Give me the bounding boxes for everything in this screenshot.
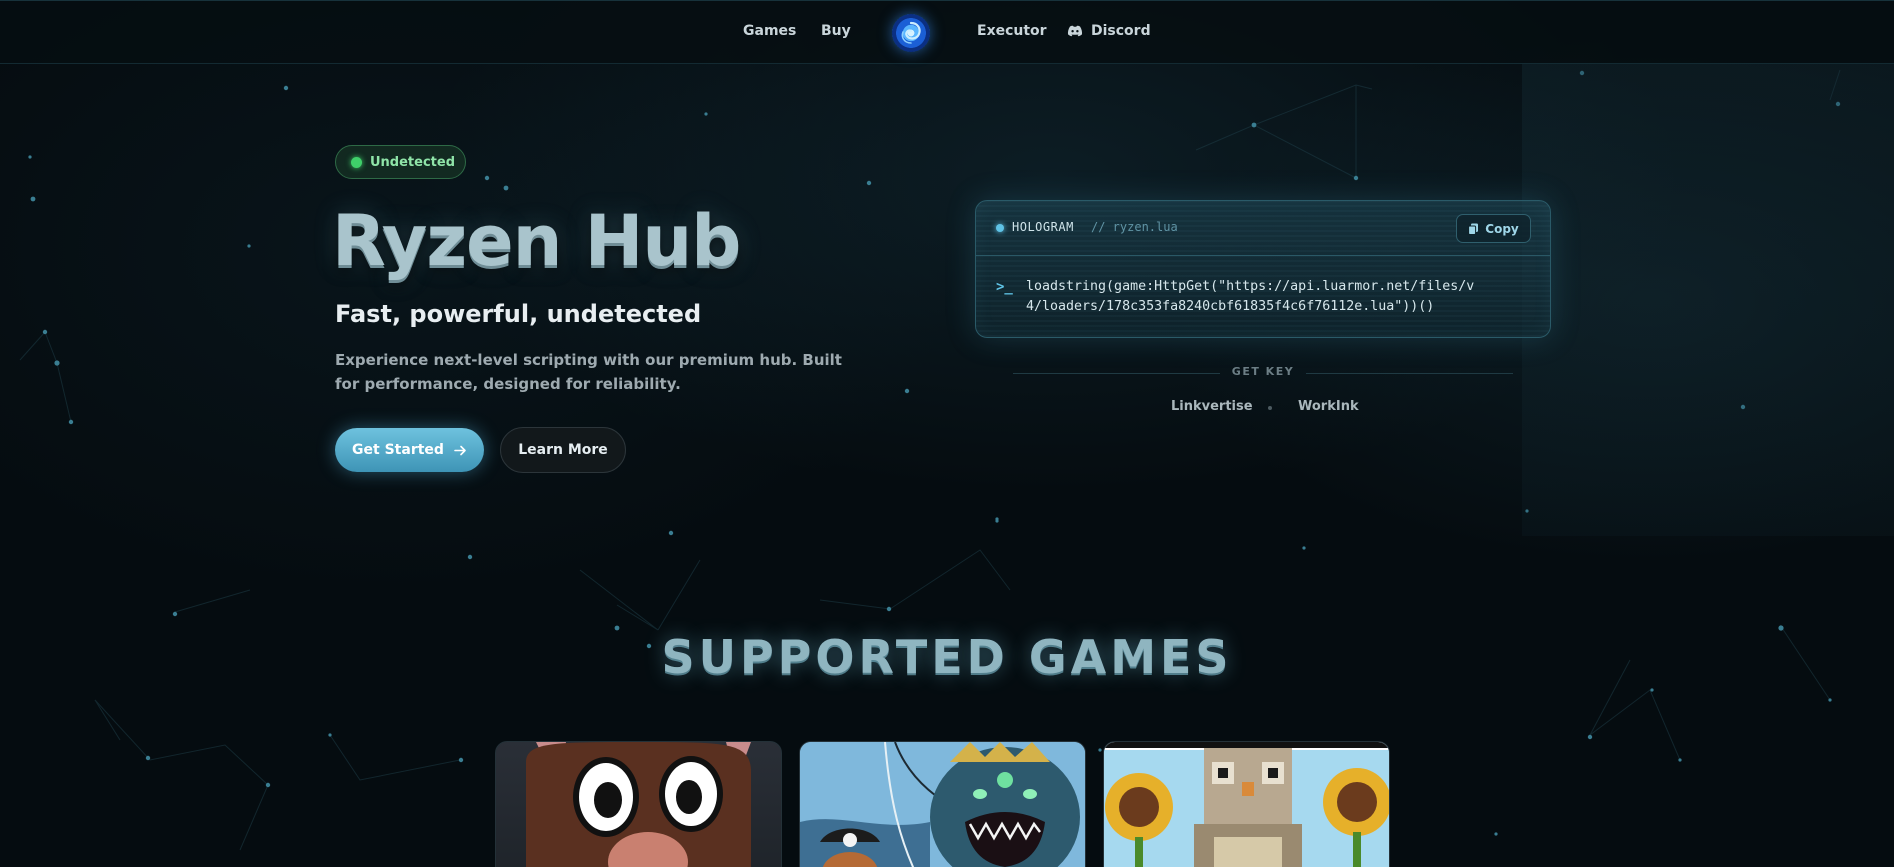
learn-more-button[interactable]: Learn More <box>500 427 626 473</box>
top-navbar: Games Buy Executor Discord <box>0 0 1894 64</box>
hero-subtitle: Fast, powerful, undetected <box>335 300 702 328</box>
divider-line-left <box>1013 373 1220 374</box>
ryzen-logo-icon[interactable] <box>892 14 930 52</box>
get-key-label: GET KEY <box>1231 365 1295 378</box>
linkvertise-link[interactable]: Linkvertise <box>1171 399 1253 414</box>
status-badge: Undetected <box>335 145 466 179</box>
arrow-right-icon <box>454 445 466 455</box>
nav-link-games[interactable]: Games <box>743 23 796 39</box>
page: Games Buy Executor Discord Undetected Ry… <box>0 0 1894 867</box>
status-badge-label: Undetected <box>370 154 456 170</box>
divider-line-right <box>1306 373 1513 374</box>
nav-link-executor[interactable]: Executor <box>977 23 1047 39</box>
workink-link[interactable]: WorkInk <box>1298 399 1359 414</box>
get-key-divider: GET KEY <box>1013 364 1513 382</box>
hologram-code-card: HOLOGRAM // ryzen.lua Copy >_ loadstring… <box>975 200 1551 338</box>
game-card-1[interactable] <box>495 741 782 867</box>
code-line-2[interactable]: 4/loaders/178c353fa8240cbf61835f4c6f7611… <box>1026 299 1434 314</box>
hero-right-glow-panel <box>1522 64 1894 536</box>
cartoon-moose-face-thumbnail <box>526 742 751 867</box>
nav-link-discord[interactable]: Discord <box>1067 23 1151 39</box>
discord-label: Discord <box>1091 23 1151 39</box>
game-card-2[interactable] <box>799 741 1086 867</box>
copy-button[interactable]: Copy <box>1456 214 1531 243</box>
discord-icon <box>1067 25 1083 37</box>
swirl-icon <box>901 21 921 44</box>
hero-title: Ryzen Hub <box>332 200 741 282</box>
copy-icon <box>1468 223 1479 235</box>
code-line-1[interactable]: loadstring(game:HttpGet("https://api.lua… <box>1026 279 1474 294</box>
sunflower-owl-blocks-thumbnail <box>1104 742 1389 867</box>
code-filename: // ryzen.lua <box>1091 220 1178 234</box>
supported-games-title: SUPPORTED GAMES <box>661 630 1233 684</box>
copy-label: Copy <box>1485 221 1519 236</box>
hero-description: Experience next-level scripting with our… <box>335 351 842 393</box>
get-started-button[interactable]: Get Started <box>335 428 484 472</box>
game-card-3[interactable] <box>1103 741 1390 867</box>
pirate-sea-monster-thumbnail <box>800 742 1085 867</box>
hologram-dot-icon <box>996 224 1004 232</box>
terminal-prompt: >_ <box>996 279 1013 295</box>
code-card-header: HOLOGRAM // ryzen.lua Copy <box>976 201 1550 256</box>
link-separator-dot <box>1268 406 1272 410</box>
nav-link-buy[interactable]: Buy <box>821 23 851 39</box>
get-started-label: Get Started <box>352 442 444 458</box>
code-tag: HOLOGRAM <box>1012 220 1074 234</box>
status-dot-icon <box>351 156 362 168</box>
